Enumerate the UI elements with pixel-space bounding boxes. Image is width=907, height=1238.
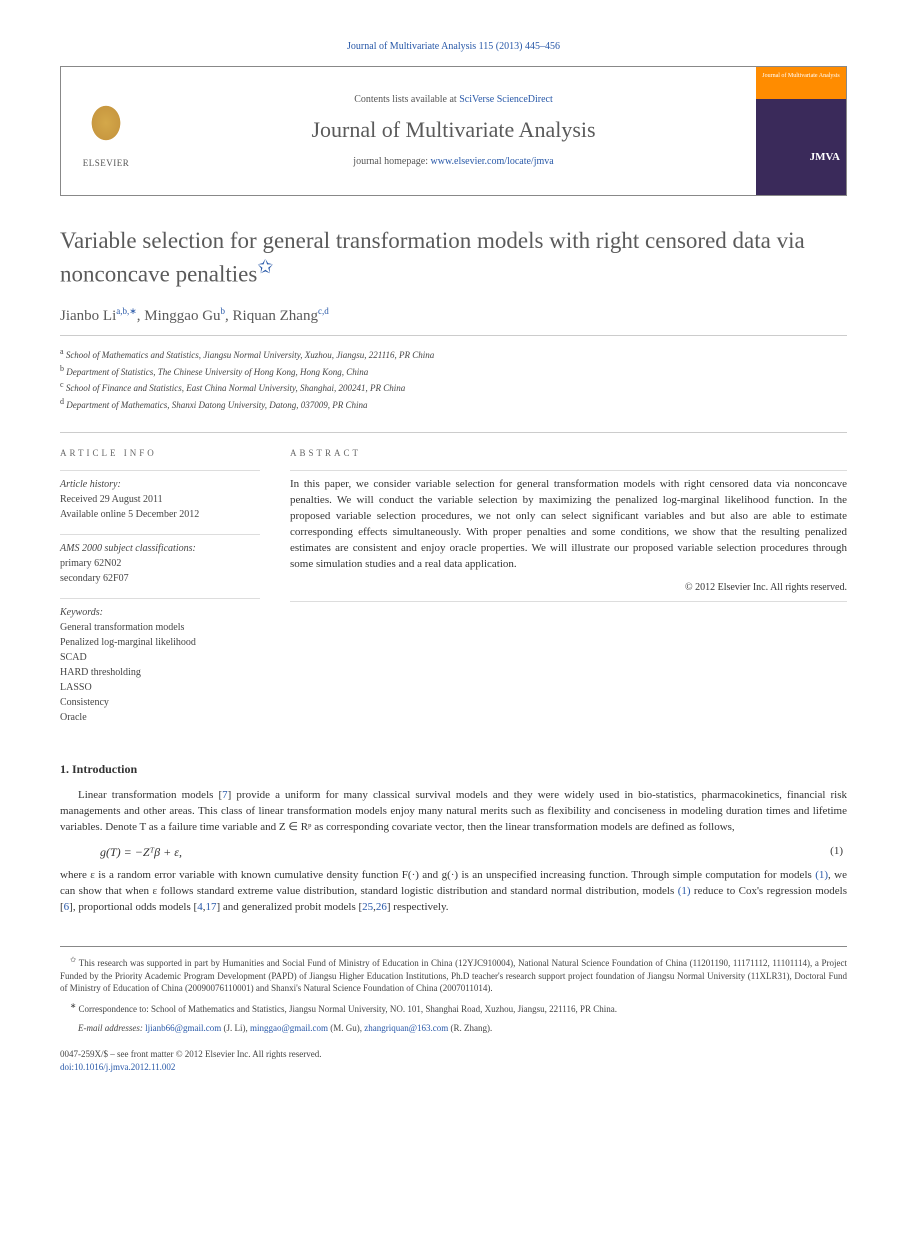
keywords-block: Keywords: General transformation models … <box>60 598 260 725</box>
equation-1-row: g(T) = −Zᵀβ + ε, (1) <box>60 844 847 861</box>
article-title: Variable selection for general transform… <box>60 226 847 289</box>
email-3[interactable]: zhangriquan@163.com <box>364 1023 448 1033</box>
intro-p2-a: where ε is a random error variable with … <box>60 869 815 881</box>
keyword-6: Consistency <box>60 695 260 710</box>
history-label: Article history: <box>60 477 260 492</box>
ref-26[interactable]: 26 <box>376 901 387 913</box>
affiliation-d: Department of Mathematics, Shanxi Datong… <box>66 400 367 410</box>
intro-p2-e: ] and generalized probit models [ <box>216 901 362 913</box>
contents-prefix: Contents lists available at <box>354 94 459 105</box>
correspondence-note: Correspondence to: School of Mathematics… <box>79 1004 617 1014</box>
email-2-who: (M. Gu), <box>328 1023 364 1033</box>
author-2: Minggao Gu <box>144 308 220 324</box>
received-date: Received 29 August 2011 <box>60 492 260 507</box>
online-date: Available online 5 December 2012 <box>60 507 260 522</box>
author-3: Riquan Zhang <box>233 308 318 324</box>
keywords-label: Keywords: <box>60 605 260 620</box>
sciencedirect-link[interactable]: SciVerse ScienceDirect <box>459 94 553 105</box>
header-center: Contents lists available at SciVerse Sci… <box>151 67 756 195</box>
keyword-1: General transformation models <box>60 620 260 635</box>
abstract-text: In this paper, we consider variable sele… <box>290 470 847 573</box>
section-1-body: Linear transformation models [7] provide… <box>60 788 847 836</box>
footer-block: 0047-259X/$ – see front matter © 2012 El… <box>60 1048 847 1073</box>
author-1-aff[interactable]: a,b, <box>116 306 129 316</box>
ams-secondary: secondary 62F07 <box>60 571 260 586</box>
elsevier-tree-icon <box>81 93 131 153</box>
contents-line: Contents lists available at SciVerse Sci… <box>354 93 553 107</box>
keyword-3: SCAD <box>60 650 260 665</box>
info-abstract-row: ARTICLE INFO Article history: Received 2… <box>60 432 847 737</box>
funding-marker: ✩ <box>70 955 76 964</box>
intro-p2-d: ], proportional odds models [ <box>69 901 197 913</box>
doi-link[interactable]: 10.1016/j.jmva.2012.11.002 <box>74 1062 175 1072</box>
author-3-aff[interactable]: c,d <box>318 306 329 316</box>
email-3-who: (R. Zhang). <box>448 1023 492 1033</box>
abstract-copyright: © 2012 Elsevier Inc. All rights reserved… <box>290 581 847 602</box>
footnotes: ✩ This research was supported in part by… <box>60 946 847 1034</box>
eq-ref-1b[interactable]: (1) <box>678 885 691 897</box>
journal-reference: Journal of Multivariate Analysis 115 (20… <box>60 40 847 54</box>
affiliation-b: Department of Statistics, The Chinese Un… <box>66 367 368 377</box>
keyword-5: LASSO <box>60 680 260 695</box>
corr-marker: ∗ <box>70 1001 76 1010</box>
elsevier-logo: ELSEVIER <box>61 67 151 195</box>
section-1-body-2: where ε is a random error variable with … <box>60 868 847 916</box>
article-info-column: ARTICLE INFO Article history: Received 2… <box>60 447 260 737</box>
email-label: E-mail addresses: <box>78 1023 143 1033</box>
ams-primary: primary 62N02 <box>60 556 260 571</box>
issn-line: 0047-259X/$ – see front matter © 2012 El… <box>60 1048 847 1061</box>
ref-25[interactable]: 25 <box>362 901 373 913</box>
keyword-2: Penalized log-marginal likelihood <box>60 635 260 650</box>
equation-1-number: (1) <box>830 844 847 859</box>
authors-line: Jianbo Lia,b,∗, Minggao Gub, Riquan Zhan… <box>60 305 847 336</box>
ref-17[interactable]: 17 <box>205 901 216 913</box>
ams-label: AMS 2000 subject classifications: <box>60 541 260 556</box>
eq-ref-1a[interactable]: (1) <box>815 869 828 881</box>
article-info-heading: ARTICLE INFO <box>60 447 260 460</box>
doi-label[interactable]: doi: <box>60 1062 74 1072</box>
author-1: Jianbo Li <box>60 308 116 324</box>
abstract-heading: ABSTRACT <box>290 447 847 460</box>
ref-4[interactable]: 4 <box>197 901 203 913</box>
intro-p2-f: ] respectively. <box>387 901 449 913</box>
equation-1: g(T) = −Zᵀβ + ε, <box>100 844 830 861</box>
affiliation-c: School of Finance and Statistics, East C… <box>66 383 406 393</box>
elsevier-label: ELSEVIER <box>83 157 130 170</box>
ams-block: AMS 2000 subject classifications: primar… <box>60 534 260 586</box>
funding-note: This research was supported in part by H… <box>60 958 847 993</box>
title-footnote-marker: ✩ <box>257 257 273 278</box>
abstract-column: ABSTRACT In this paper, we consider vari… <box>290 447 847 737</box>
email-1[interactable]: ljianb66@gmail.com <box>145 1023 221 1033</box>
intro-p1-a: Linear transformation models [ <box>78 789 222 801</box>
journal-cover-thumbnail: Journal of Multivariate Analysis JMVA <box>756 67 846 195</box>
homepage-line: journal homepage: www.elsevier.com/locat… <box>353 155 553 169</box>
cover-title: Journal of Multivariate Analysis <box>762 73 840 80</box>
journal-header-box: ELSEVIER Contents lists available at Sci… <box>60 66 847 196</box>
affiliation-a: School of Mathematics and Statistics, Ji… <box>66 350 434 360</box>
homepage-prefix: journal homepage: <box>353 156 430 167</box>
journal-title: Journal of Multivariate Analysis <box>311 115 595 146</box>
author-1-corr[interactable]: ∗ <box>129 306 137 316</box>
keyword-4: HARD thresholding <box>60 665 260 680</box>
article-history-block: Article history: Received 29 August 2011… <box>60 470 260 522</box>
title-text: Variable selection for general transform… <box>60 228 805 287</box>
email-2[interactable]: minggao@gmail.com <box>250 1023 328 1033</box>
affiliations: a School of Mathematics and Statistics, … <box>60 346 847 412</box>
email-1-who: (J. Li), <box>221 1023 250 1033</box>
cover-abbrev: JMVA <box>810 150 840 165</box>
keyword-7: Oracle <box>60 710 260 725</box>
author-2-aff[interactable]: b <box>221 306 226 316</box>
homepage-link[interactable]: www.elsevier.com/locate/jmva <box>431 156 554 167</box>
section-1-heading: 1. Introduction <box>60 761 847 778</box>
journal-ref-link[interactable]: Journal of Multivariate Analysis 115 (20… <box>347 41 560 52</box>
